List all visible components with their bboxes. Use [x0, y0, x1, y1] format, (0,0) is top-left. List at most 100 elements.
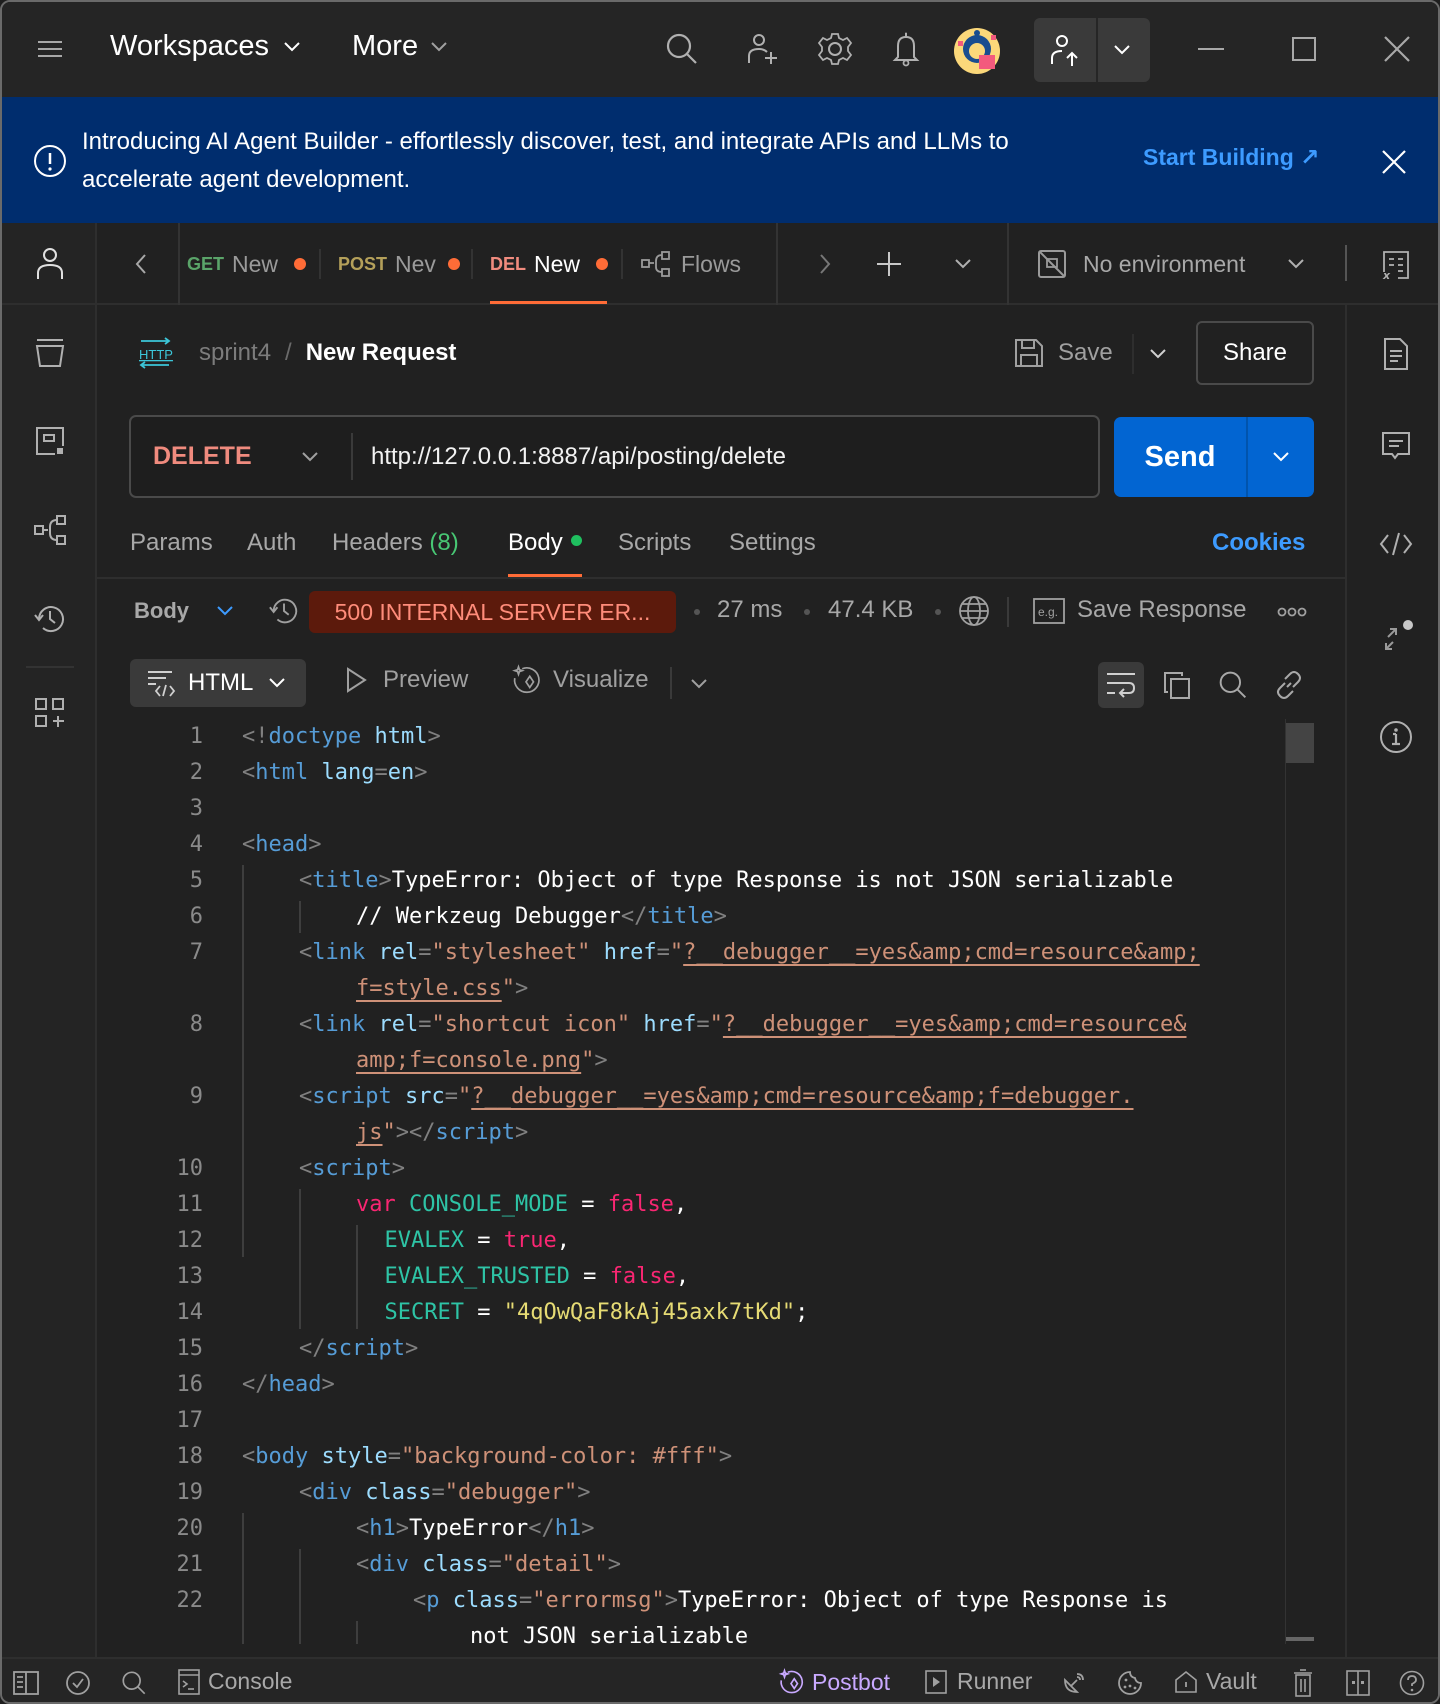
environments-icon[interactable] [30, 421, 70, 461]
method-select[interactable]: DELETE [131, 417, 353, 496]
format-select[interactable]: HTML [130, 659, 306, 707]
breadcrumb-collection[interactable]: sprint4 [199, 339, 271, 367]
response-history-icon[interactable] [266, 593, 302, 629]
new-tab-plus-icon[interactable] [873, 248, 905, 280]
search-icon[interactable] [661, 28, 703, 70]
check-circle-icon[interactable] [64, 1669, 92, 1697]
request-name[interactable]: New Request [306, 339, 457, 367]
add-workbench-icon[interactable] [30, 693, 70, 733]
documentation-icon[interactable] [1377, 335, 1415, 373]
info-icon[interactable] [1377, 718, 1415, 756]
history-icon[interactable] [30, 599, 70, 639]
minimize-icon[interactable] [1190, 28, 1232, 70]
chevron-left-icon[interactable] [127, 250, 155, 278]
scrollbar-track[interactable] [1285, 719, 1315, 1644]
postbot-button[interactable]: Postbot [778, 1668, 890, 1696]
url-input[interactable] [371, 417, 1071, 496]
code-snippet-icon[interactable] [1377, 525, 1415, 563]
visualize-button[interactable]: Visualize [511, 664, 649, 695]
workspaces-menu[interactable]: Workspaces [110, 30, 301, 63]
link-icon[interactable] [1266, 662, 1312, 708]
chevron-down-icon[interactable] [949, 250, 977, 278]
send-button[interactable]: Send [1114, 417, 1248, 497]
settings-icon[interactable] [814, 28, 856, 70]
save-button[interactable]: Save [1014, 332, 1113, 374]
menu-icon[interactable] [29, 28, 71, 70]
status-badge[interactable]: 500 INTERNAL SERVER ER... [309, 591, 676, 633]
line-number: 18 [176, 1444, 204, 1469]
environment-selector[interactable]: No environment [1037, 223, 1407, 305]
search-icon[interactable] [120, 1669, 148, 1697]
tab-headers[interactable]: Headers (8) [332, 529, 459, 577]
search-icon[interactable] [1210, 662, 1256, 708]
flows-icon[interactable] [30, 510, 70, 550]
tab-auth[interactable]: Auth [247, 529, 296, 577]
tab-body[interactable]: Body [508, 529, 582, 577]
user-icon[interactable] [30, 243, 70, 283]
share-button[interactable]: Share [1196, 321, 1314, 385]
send-options-chevron[interactable] [1248, 417, 1314, 497]
tab-post-new[interactable]: POST Nev [338, 223, 478, 305]
tab-del-new[interactable]: DEL New [490, 223, 622, 305]
save-as-example-icon[interactable]: e.g. [1032, 596, 1066, 626]
trash-icon[interactable] [1289, 1669, 1317, 1697]
chevron-down-icon[interactable] [1104, 36, 1140, 64]
response-size[interactable]: 47.4 KB [828, 596, 913, 624]
copy-icon[interactable] [1154, 662, 1200, 708]
comments-icon[interactable] [1377, 428, 1415, 466]
tab-get-new[interactable]: GET New [187, 223, 327, 305]
console-button[interactable]: Console [178, 1668, 292, 1695]
chevron-right-icon[interactable] [811, 250, 839, 278]
runner-button[interactable]: Runner [925, 1668, 1032, 1695]
network-globe-icon[interactable] [956, 593, 992, 629]
cookies-link[interactable]: Cookies [1212, 529, 1305, 557]
cookie-icon[interactable] [1116, 1669, 1144, 1697]
code-token[interactable]: amp;f=console.png [356, 1048, 581, 1073]
close-icon[interactable] [1380, 148, 1408, 176]
two-pane-layout-icon[interactable] [1344, 1669, 1372, 1697]
vault-button[interactable]: Vault [1174, 1668, 1257, 1695]
upgrade-icon[interactable] [1044, 28, 1088, 72]
save-response-button[interactable]: Save Response [1077, 596, 1246, 624]
close-icon[interactable] [1376, 28, 1418, 70]
code-token: " [581, 1048, 595, 1073]
vault-label: Vault [1206, 1668, 1257, 1694]
preview-button[interactable]: Preview [341, 665, 468, 695]
line-number: 21 [176, 1552, 204, 1577]
code-line: 3 [97, 791, 1285, 827]
start-building-link[interactable]: Start Building ↗ [1143, 144, 1319, 171]
more-options-icon[interactable] [1275, 597, 1309, 627]
related-collections-icon[interactable] [1377, 617, 1415, 655]
code-token[interactable]: f=style.css [356, 976, 502, 1001]
save-options-chevron[interactable] [1132, 334, 1182, 374]
notifications-icon[interactable] [885, 28, 927, 70]
maximize-icon[interactable] [1283, 28, 1325, 70]
code-token[interactable]: ?__debugger__=yes&amp;cmd=resource& [723, 1012, 1187, 1037]
tab-settings[interactable]: Settings [729, 529, 816, 577]
response-code-viewer[interactable]: 1 <!doctype html> 2 <html lang=en> 3 4 <head> 5… [97, 719, 1285, 1644]
tab-params[interactable]: Params [130, 529, 213, 577]
chevron-down-icon[interactable] [685, 670, 713, 698]
toggle-sidebar-icon[interactable] [12, 1669, 40, 1697]
code-token[interactable]: ?__debugger__=yes&amp;cmd=resource&amp;f… [471, 1084, 1133, 1109]
code-token[interactable]: js [356, 1120, 383, 1145]
chevron-down-icon[interactable] [211, 597, 239, 625]
code-token: , [673, 1192, 688, 1217]
wrap-lines-icon[interactable] [1098, 662, 1144, 708]
tab-scripts[interactable]: Scripts [618, 529, 691, 577]
avatar[interactable] [952, 26, 1002, 76]
invite-user-icon[interactable] [742, 28, 784, 70]
tab-flows[interactable]: Flows [641, 223, 751, 305]
code-text: <html lang=en> [242, 755, 427, 791]
help-icon[interactable] [1398, 1669, 1426, 1697]
more-menu[interactable]: More [352, 30, 448, 63]
horizontal-scroll-indicator[interactable] [1286, 1637, 1314, 1641]
capture-satellite-icon[interactable] [1060, 1669, 1088, 1697]
response-time[interactable]: 27 ms [717, 596, 782, 624]
code-token[interactable]: ?__debugger__=yes&amp;cmd=resource&amp; [683, 940, 1200, 965]
code-token: < [299, 1012, 313, 1037]
scrollbar-thumb[interactable] [1286, 723, 1314, 763]
variables-icon[interactable]: x [1377, 247, 1413, 283]
response-view-select[interactable]: Body [134, 598, 189, 624]
collections-trash-icon[interactable] [30, 333, 70, 373]
